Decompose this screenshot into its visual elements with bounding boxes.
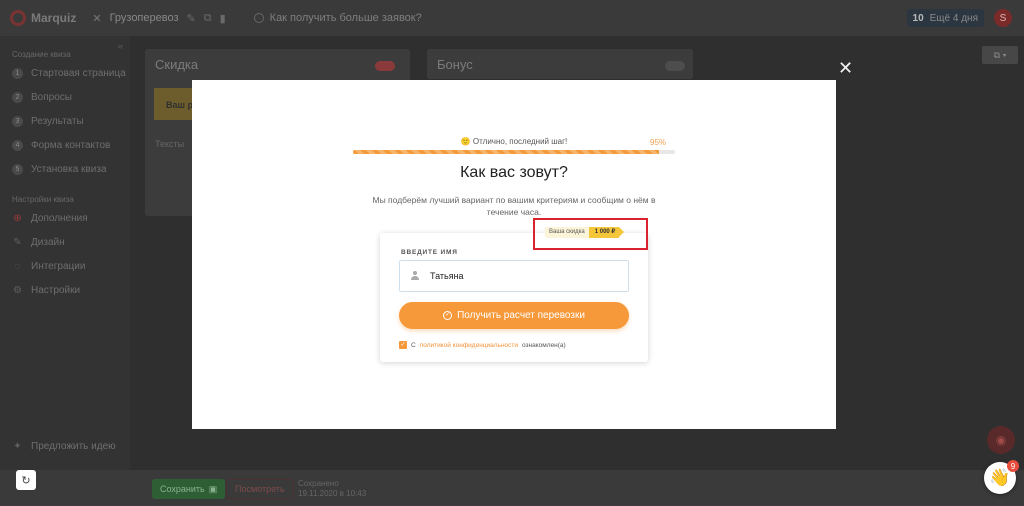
- name-field[interactable]: Татьяна: [399, 260, 629, 292]
- sidebar-item-label: Форма контактов: [31, 139, 111, 151]
- save-icon: ▣: [208, 483, 218, 494]
- sidebar-item-start[interactable]: 1 Стартовая страница: [0, 61, 130, 85]
- sidebar-item-settings[interactable]: ⚙ Настройки: [0, 278, 130, 302]
- suggest-idea-link[interactable]: ✦ Предложить идею: [12, 441, 116, 452]
- copy-icon[interactable]: ⧉: [204, 12, 212, 25]
- annotation-highlight-box: [533, 218, 648, 250]
- step-number: 4: [12, 139, 23, 151]
- sidebar-item-label: Результаты: [31, 115, 84, 127]
- edit-icon[interactable]: ✎: [187, 12, 196, 25]
- sidebar-item-label: Дополнения: [31, 212, 88, 224]
- discount-toggle[interactable]: [375, 61, 395, 71]
- sidebar-item-label: Вопросы: [31, 91, 72, 103]
- preview-button[interactable]: Посмотреть: [226, 479, 294, 499]
- name-field-value: Татьяна: [430, 271, 464, 281]
- save-label: Сохранить: [160, 484, 205, 494]
- brush-icon: ✎: [13, 236, 22, 248]
- preview-label: Посмотреть: [235, 484, 285, 494]
- submit-button[interactable]: ✓ Получить расчет перевозки: [399, 302, 629, 329]
- plug-icon: ◌: [14, 260, 21, 272]
- question-icon: [253, 13, 264, 23]
- step-number: 2: [12, 91, 23, 103]
- leads-counter[interactable]: 10 Ещё 4 дня: [906, 9, 984, 27]
- sidebar-item-install[interactable]: 5 Установка квиза: [0, 157, 130, 181]
- gear-icon: ⚙: [13, 284, 22, 296]
- avatar[interactable]: S: [994, 9, 1012, 27]
- check-circle-icon: ✓: [443, 311, 453, 320]
- sidebar-item-label: Стартовая страница: [31, 67, 126, 79]
- privacy-consent: ✓ С политикой конфиденциальности ознаком…: [399, 341, 566, 349]
- consent-checkbox[interactable]: ✓: [399, 341, 407, 349]
- privacy-policy-link[interactable]: политикой конфиденциальности: [420, 342, 518, 349]
- collapse-sidebar-icon[interactable]: «: [118, 41, 123, 51]
- help-link-label: Как получить больше заявок?: [269, 12, 422, 24]
- leads-count: 10: [912, 12, 924, 24]
- sidebar-item-results[interactable]: 3 Результаты: [0, 109, 130, 133]
- progress-bar: [353, 150, 675, 154]
- copy-button[interactable]: ⧉ ▾: [982, 46, 1018, 64]
- plus-icon: ⊕: [13, 212, 22, 224]
- logo[interactable]: Marquiz: [10, 10, 76, 26]
- project-name[interactable]: Грузоперевоз: [110, 12, 179, 24]
- progress-bar-fill: [353, 150, 659, 154]
- sidebar-item-questions[interactable]: 2 Вопросы: [0, 85, 130, 109]
- close-modal-icon[interactable]: ✕: [838, 58, 853, 78]
- policy-suffix: ознакомлен(а): [522, 341, 566, 349]
- sidebar-item-design[interactable]: ✎ Дизайн: [0, 230, 130, 254]
- discount-card-title: Скидка: [155, 57, 199, 72]
- contact-form-card: ВВЕДИТЕ ИМЯ Татьяна ✓ Получить расчет пе…: [380, 233, 648, 362]
- stats-icon[interactable]: ▮: [220, 12, 226, 25]
- sidebar-section-quiz: Создание квиза: [12, 50, 71, 59]
- marquiz-logo-icon: [10, 10, 26, 26]
- save-button[interactable]: Сохранить ▣: [152, 479, 226, 499]
- sidebar-section-settings: Настройки квиза: [12, 195, 74, 204]
- discount-preview-box: Ваш р: [154, 88, 194, 120]
- saved-status-label: Сохранено: [298, 479, 339, 488]
- sidebar-item-label: Интеграции: [31, 260, 86, 272]
- project-actions: ✎ ⧉ ▮: [187, 12, 226, 25]
- lightbulb-icon: ✦: [13, 441, 22, 452]
- quiz-preview-modal: 🙂 Отлично, последний шаг! 95% Как вас зо…: [192, 80, 836, 429]
- sidebar-item-integrations[interactable]: ◌ Интеграции: [0, 254, 130, 278]
- name-field-label: ВВЕДИТЕ ИМЯ: [401, 249, 458, 256]
- suggest-idea-label: Предложить идею: [31, 441, 116, 452]
- leads-label: Ещё 4 дня: [929, 12, 978, 24]
- top-bar: Marquiz ✕ Грузоперевоз ✎ ⧉ ▮ Как получит…: [0, 0, 1024, 36]
- bonus-card[interactable]: Бонус: [427, 49, 693, 79]
- policy-prefix: С: [411, 341, 416, 349]
- step-number: 3: [12, 115, 23, 127]
- refresh-icon[interactable]: ↻: [16, 470, 36, 490]
- saved-status-time: 19.11.2020 в 10:43: [298, 489, 367, 498]
- eye-icon[interactable]: ◉: [987, 426, 1015, 454]
- wave-hand-icon: 👋: [989, 468, 1011, 487]
- sidebar-item-label: Установка квиза: [31, 163, 107, 175]
- progress-percent: 95%: [650, 138, 667, 147]
- progress-label: 🙂 Отлично, последний шаг!: [460, 137, 568, 146]
- sidebar: « Создание квиза 1 Стартовая страница 2 Во…: [0, 36, 130, 470]
- page-title: Как вас зовут?: [460, 164, 568, 181]
- user-icon: [410, 271, 420, 281]
- step-number: 1: [12, 67, 23, 79]
- sidebar-item-label: Настройки: [31, 284, 81, 296]
- discount-card-text: Тексты: [155, 139, 185, 149]
- sidebar-item-label: Дизайн: [31, 236, 65, 248]
- bonus-card-title: Бонус: [437, 57, 473, 72]
- sidebar-item-addons[interactable]: ⊕ Дополнения: [0, 206, 130, 230]
- close-project-icon[interactable]: ✕: [92, 12, 101, 25]
- saved-status: Сохранено 19.11.2020 в 10:43: [298, 479, 366, 499]
- submit-button-label: Получить расчет перевозки: [457, 310, 585, 321]
- chat-button[interactable]: 👋 9: [984, 460, 1019, 494]
- page-subtitle: Мы подберём лучший вариант по вашим крит…: [372, 195, 656, 217]
- bonus-toggle[interactable]: [665, 61, 685, 71]
- brand-name: Marquiz: [31, 11, 77, 25]
- step-number: 5: [12, 163, 23, 175]
- help-link[interactable]: Как получить больше заявок?: [253, 12, 422, 24]
- chat-badge: 9: [1007, 460, 1019, 472]
- sidebar-item-contact-form[interactable]: 4 Форма контактов: [0, 133, 130, 157]
